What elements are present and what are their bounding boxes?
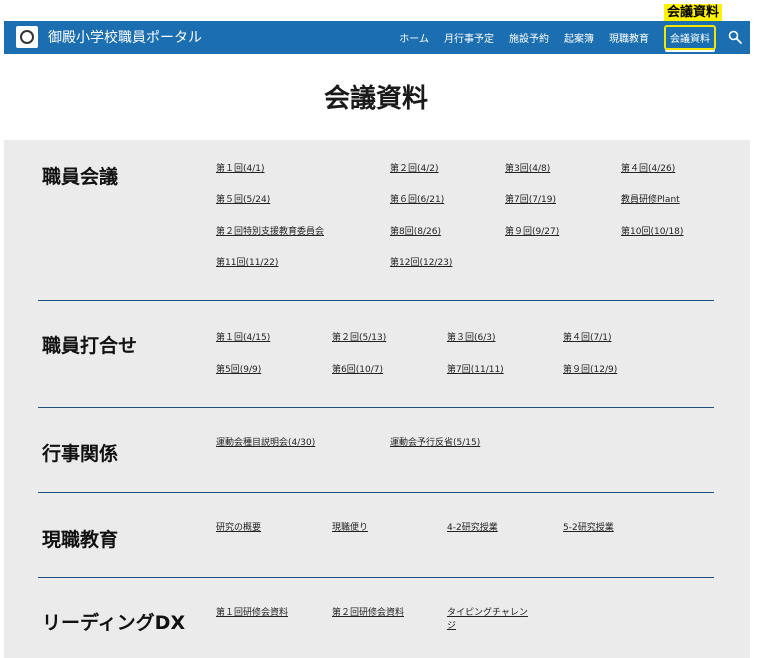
top-navigation-bar: 御殿小学校職員ポータル ホーム 月行事予定 施設予約 起案簿 現職教育 会議資料 xyxy=(4,21,750,54)
nav-item-proposals[interactable]: 起案簿 xyxy=(564,30,594,45)
meeting-link[interactable]: 第3回(4/8) xyxy=(505,163,550,176)
nav-item-monthly-schedule[interactable]: 月行事予定 xyxy=(444,30,494,45)
section-title: 職員会議 xyxy=(42,166,119,188)
meeting-link[interactable]: 教員研修Plant xyxy=(621,194,680,207)
annotation-callout: 会議資料 xyxy=(664,4,723,21)
brand[interactable]: 御殿小学校職員ポータル xyxy=(16,26,202,48)
meeting-link[interactable]: 第５回(5/24) xyxy=(216,194,270,207)
training-link[interactable]: 4-2研究授業 xyxy=(447,522,498,535)
meeting-link[interactable]: 第２回(4/2) xyxy=(390,163,439,176)
briefing-link[interactable]: 第４回(7/1) xyxy=(563,332,612,345)
training-link[interactable]: 現職便り xyxy=(332,522,368,535)
section-title: 行事関係 xyxy=(42,443,119,465)
briefing-link[interactable]: 第7回(11/11) xyxy=(447,364,504,377)
dx-link[interactable]: 第２回研修会資料 xyxy=(332,607,404,620)
event-link[interactable]: 運動会種目説明会(4/30) xyxy=(216,437,315,450)
section-title: 職員打合せ xyxy=(42,335,138,357)
meeting-link[interactable]: 第６回(6/21) xyxy=(390,194,444,207)
meeting-link[interactable]: 第7回(7/19) xyxy=(505,194,556,207)
meeting-link[interactable]: 第１回(4/1) xyxy=(216,163,265,176)
meeting-link[interactable]: 第10回(10/18) xyxy=(621,226,683,239)
meeting-link[interactable]: 第４回(4/26) xyxy=(621,163,675,176)
dx-link[interactable]: タイピングチャレンジ xyxy=(447,607,533,633)
briefing-link[interactable]: 第6回(10/7) xyxy=(332,364,383,377)
section-staff-briefing: 職員打合せ 第１回(4/15) 第２回(5/13) 第３回(6/3) 第４回(7… xyxy=(38,301,714,408)
briefing-link[interactable]: 第２回(5/13) xyxy=(332,332,386,345)
search-icon[interactable] xyxy=(728,30,742,44)
meeting-link[interactable]: 第２回特別支援教育委員会 xyxy=(216,226,324,239)
content-panel: 職員会議 第１回(4/1) 第２回(4/2) 第3回(4/8) 第４回(4/26… xyxy=(4,140,750,658)
meeting-link[interactable]: 第11回(11/22) xyxy=(216,257,278,270)
nav-item-meeting-materials[interactable]: 会議資料 xyxy=(664,25,716,50)
training-link[interactable]: 5-2研究授業 xyxy=(563,522,614,535)
section-events: 行事関係 運動会種目説明会(4/30) 運動会予行反省(5/15) xyxy=(38,408,714,493)
nav-item-home[interactable]: ホーム xyxy=(399,30,429,45)
section-staff-meeting: 職員会議 第１回(4/1) 第２回(4/2) 第3回(4/8) 第４回(4/26… xyxy=(38,140,714,301)
meeting-link[interactable]: 第12回(12/23) xyxy=(390,257,452,270)
dx-link[interactable]: 第１回研修会資料 xyxy=(216,607,288,620)
nav-item-facility-booking[interactable]: 施設予約 xyxy=(509,30,549,45)
section-in-service-training: 現職教育 研究の概要 現職便り 4-2研究授業 5-2研究授業 xyxy=(38,493,714,578)
site-title: 御殿小学校職員ポータル xyxy=(48,30,202,46)
briefing-link[interactable]: 第5回(9/9) xyxy=(216,364,261,377)
nav-menu: ホーム 月行事予定 施設予約 起案簿 現職教育 会議資料 xyxy=(384,21,716,54)
nav-item-training[interactable]: 現職教育 xyxy=(609,30,649,45)
event-link[interactable]: 運動会予行反省(5/15) xyxy=(390,437,480,450)
briefing-link[interactable]: 第１回(4/15) xyxy=(216,332,270,345)
meeting-link[interactable]: 第8回(8/26) xyxy=(390,226,441,239)
meeting-link[interactable]: 第９回(9/27) xyxy=(505,226,559,239)
page-title: 会議資料 xyxy=(323,84,428,114)
section-title: 現職教育 xyxy=(42,529,119,551)
school-logo xyxy=(16,26,38,48)
briefing-link[interactable]: 第３回(6/3) xyxy=(447,332,496,345)
training-link[interactable]: 研究の概要 xyxy=(216,522,261,535)
briefing-link[interactable]: 第９回(12/9) xyxy=(563,364,617,377)
section-leading-dx: リーディングDX 第１回研修会資料 第２回研修会資料 タイピングチャレンジ xyxy=(38,578,714,658)
section-title: リーディングDX xyxy=(42,612,186,634)
